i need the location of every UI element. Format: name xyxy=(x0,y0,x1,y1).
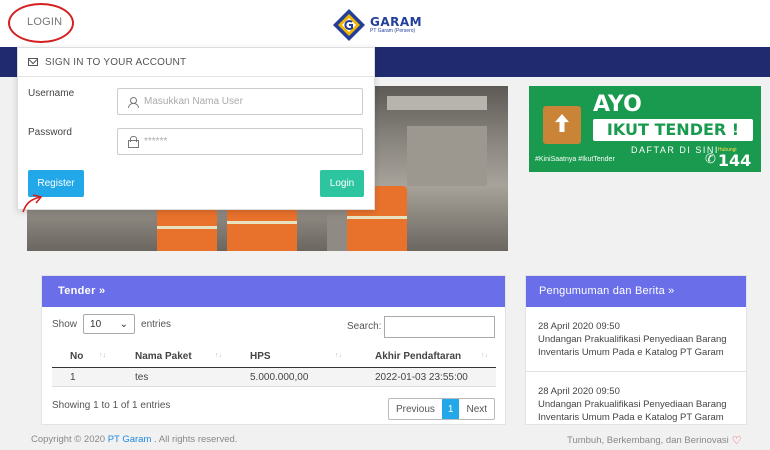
cell-no: 1 xyxy=(70,371,76,383)
entries-select[interactable]: 10 ⌄ xyxy=(83,314,136,334)
sort-icon: ↑↓ xyxy=(215,351,222,359)
username-input[interactable]: Masukkan Nama User xyxy=(117,88,363,115)
news-item[interactable]: 28 April 2020 09:50 Undangan Prakualifik… xyxy=(526,307,746,373)
news-text: Undangan Prakualifikasi Penyediaan Baran… xyxy=(538,333,727,358)
username-placeholder: Masukkan Nama User xyxy=(144,96,243,107)
annotation-arrow-icon xyxy=(22,194,43,213)
username-label: Username xyxy=(28,88,75,99)
cell-nama-paket: tes xyxy=(135,371,149,383)
sort-icon: ↑↓ xyxy=(481,351,488,359)
news-card: Pengumuman dan Berita » 28 April 2020 09… xyxy=(525,275,747,425)
pagination: Previous 1 Next xyxy=(388,398,496,420)
logo[interactable]: GARAM PT Garam (Persero) xyxy=(331,7,422,43)
tender-card: Tender » Show 10 ⌄ entries Search: No ↑↓ … xyxy=(41,275,506,425)
top-bar: LOGIN GARAM PT Garam (Persero) xyxy=(0,0,770,47)
logo-icon xyxy=(333,9,365,41)
logo-name: GARAM xyxy=(370,15,423,29)
ad-line1: AYO xyxy=(593,92,642,117)
ad-line2: IKUT TENDER ! xyxy=(593,119,753,141)
search-input[interactable] xyxy=(384,316,495,338)
logo-subtitle: PT Garam (Persero) xyxy=(370,28,416,34)
column-header-hps[interactable]: HPS ↑↓ xyxy=(230,351,350,362)
news-date: 28 April 2020 09:50 xyxy=(538,386,620,398)
footer-brand-link[interactable]: PT Garam xyxy=(108,434,152,445)
password-input[interactable]: ****** xyxy=(117,128,363,155)
cell-akhir-pendaftaran: 2022-01-03 23:55:00 xyxy=(375,371,468,383)
tender-table: No ↑↓ Nama Paket ↑↓ HPS ↑↓ Akhir Pendaftara… xyxy=(52,345,496,387)
footer-copyright: Copyright © 2020 PT Garam . All rights r… xyxy=(31,434,238,445)
cell-hps: 5.000.000,00 xyxy=(250,371,309,383)
login-panel-header: SIGN IN TO YOUR ACCOUNT xyxy=(18,48,374,77)
heart-icon: ♡ xyxy=(731,435,742,447)
show-label: Show xyxy=(52,318,78,330)
news-date: 28 April 2020 09:50 xyxy=(538,321,620,332)
annotation-circle xyxy=(8,3,74,43)
search-label: Search: xyxy=(347,321,382,332)
table-header: No ↑↓ Nama Paket ↑↓ HPS ↑↓ Akhir Pendaftara… xyxy=(52,345,496,368)
tender-card-title[interactable]: Tender » xyxy=(42,276,505,307)
entries-control: Show 10 ⌄ entries xyxy=(52,314,171,334)
column-header-no[interactable]: No ↑↓ xyxy=(52,351,114,362)
news-text: Undangan Prakualifikasi Penyediaan Baran… xyxy=(538,399,727,424)
previous-button[interactable]: Previous xyxy=(389,399,442,419)
news-card-title[interactable]: Pengumuman dan Berita » xyxy=(526,276,746,307)
login-button[interactable]: Login xyxy=(320,170,364,197)
table-row[interactable]: 1 tes 5.000.000,00 2022-01-03 23:55:00 xyxy=(52,368,496,387)
ad-phone: ✆ Hubungi 144 xyxy=(705,148,751,169)
lock-icon xyxy=(128,136,139,148)
password-label: Password xyxy=(28,127,72,138)
next-button[interactable]: Next xyxy=(459,399,494,419)
user-icon xyxy=(128,96,139,108)
entries-value: 10 xyxy=(90,318,102,330)
table-info: Showing 1 to 1 of 1 entries xyxy=(52,400,171,411)
login-panel: SIGN IN TO YOUR ACCOUNT Username Masukka… xyxy=(17,47,375,210)
login-panel-title: SIGN IN TO YOUR ACCOUNT xyxy=(45,56,187,68)
ikut-tender-banner[interactable]: AYO IKUT TENDER ! DAFTAR DI SINI #KiniSa… xyxy=(529,86,761,172)
column-header-nama-paket[interactable]: Nama Paket ↑↓ xyxy=(114,351,230,362)
news-item[interactable]: 28 April 2020 09:50 Undangan Prakualifik… xyxy=(526,372,746,424)
entries-label: entries xyxy=(141,318,172,330)
column-header-akhir-pendaftaran[interactable]: Akhir Pendaftaran ↑↓ xyxy=(350,351,496,362)
sort-icon: ↑↓ xyxy=(335,351,342,359)
password-placeholder: ****** xyxy=(144,136,168,147)
envelope-icon xyxy=(28,58,38,66)
box-arrow-icon xyxy=(543,106,581,144)
ad-phone-number: 144 xyxy=(717,151,752,170)
phone-icon: ✆ xyxy=(705,150,716,166)
page-1-button[interactable]: 1 xyxy=(441,399,460,419)
chevron-down-icon: ⌄ xyxy=(119,318,129,330)
sort-icon: ↑↓ xyxy=(99,351,106,359)
footer-tagline: Tumbuh, Berkembang, dan Berinovasi ♡ xyxy=(567,435,742,447)
ad-hashtags: #KiniSaatnya #IkutTender xyxy=(535,156,615,163)
